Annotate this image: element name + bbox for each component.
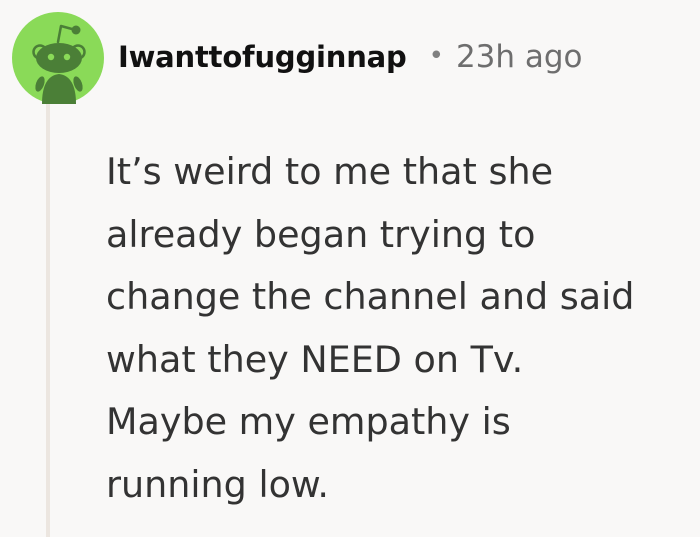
comment-line: It’s weird to me that she <box>106 150 554 193</box>
comment-header: Iwanttofugginnap • 23h ago <box>118 34 583 80</box>
timestamp[interactable]: 23h ago <box>456 39 583 75</box>
comment-line: already began trying to <box>106 212 536 256</box>
thread-line[interactable] <box>46 104 50 537</box>
comment-line: what they NEED on Tv. <box>106 337 524 381</box>
comment-line: Maybe my empathy is <box>106 400 511 443</box>
comment-line: running low. <box>106 462 330 506</box>
username-link[interactable]: Iwanttofugginnap <box>118 40 407 74</box>
reddit-snoo-avatar-icon <box>12 12 104 104</box>
separator-dot: • <box>428 41 444 71</box>
comment-body: It’s weird to me that she already began … <box>106 141 696 516</box>
avatar[interactable] <box>12 12 104 104</box>
comment-line: change the channel and said <box>106 275 635 318</box>
comment: Iwanttofugginnap • 23h ago It’s weird to… <box>0 0 700 537</box>
